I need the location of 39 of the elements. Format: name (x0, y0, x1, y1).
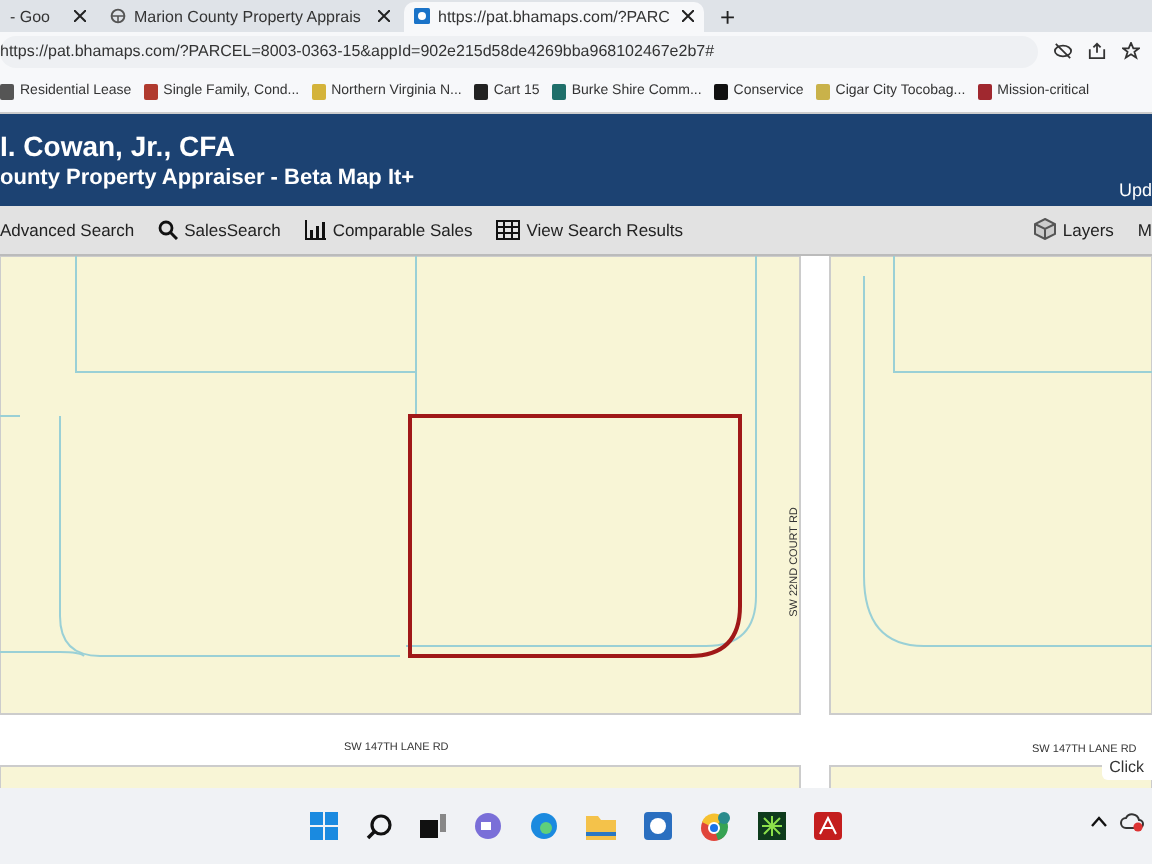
eye-off-icon[interactable] (1054, 42, 1072, 61)
toolbar-button[interactable]: View Search Results (496, 219, 684, 240)
pdf-icon[interactable] (814, 812, 842, 841)
address-field[interactable]: https://pat.bhamaps.com/?PARCEL=8003-0363-15&appId=902e215d58de4269bba968102467e2b7# (0, 35, 1038, 68)
folder-icon[interactable] (586, 813, 616, 840)
layers-button[interactable]: Layers (1034, 218, 1114, 241)
tooltip: Click (1101, 754, 1152, 781)
toolbar-button[interactable]: Comparable Sales (304, 219, 473, 240)
appraiser-name: I. Cowan, Jr., CFA (0, 129, 237, 162)
header-link[interactable]: Upd (1118, 179, 1152, 206)
cube-icon (1034, 218, 1057, 241)
chevron-up-icon[interactable] (1090, 816, 1108, 829)
browser-tab[interactable]: Marion County Property Apprais (100, 1, 400, 32)
table-icon (496, 219, 521, 240)
new-tab-button[interactable]: + (708, 3, 748, 32)
search-icon[interactable] (366, 813, 392, 840)
browser-icon[interactable] (530, 812, 558, 841)
close-icon[interactable] (682, 10, 694, 23)
toolbar-button[interactable]: SalesSearch (158, 219, 281, 240)
toolbar-button[interactable]: M (1137, 219, 1152, 240)
app-icon[interactable] (758, 812, 786, 841)
search-icon (158, 219, 179, 240)
task-view-icon[interactable] (420, 814, 446, 839)
close-icon[interactable] (74, 10, 86, 23)
app-title: ounty Property Appraiser - Beta Map It+ (0, 165, 415, 190)
windows-logo-icon[interactable] (310, 812, 338, 841)
browser-tab[interactable]: https://pat.bhamaps.com/?PARC (404, 1, 704, 32)
steering-wheel-icon (110, 8, 126, 25)
chat-icon[interactable] (474, 812, 502, 841)
cloud-icon[interactable] (1120, 812, 1144, 833)
toolbar-button[interactable]: Advanced Search (0, 219, 135, 240)
close-icon[interactable] (378, 10, 390, 23)
site-icon (414, 8, 430, 25)
share-icon[interactable] (1088, 42, 1106, 61)
star-icon[interactable] (1122, 42, 1140, 61)
browser-icon[interactable] (700, 811, 730, 842)
browser-tab[interactable]: - Goo (0, 1, 96, 32)
bar-chart-icon (304, 219, 327, 240)
app-icon[interactable] (644, 812, 672, 841)
